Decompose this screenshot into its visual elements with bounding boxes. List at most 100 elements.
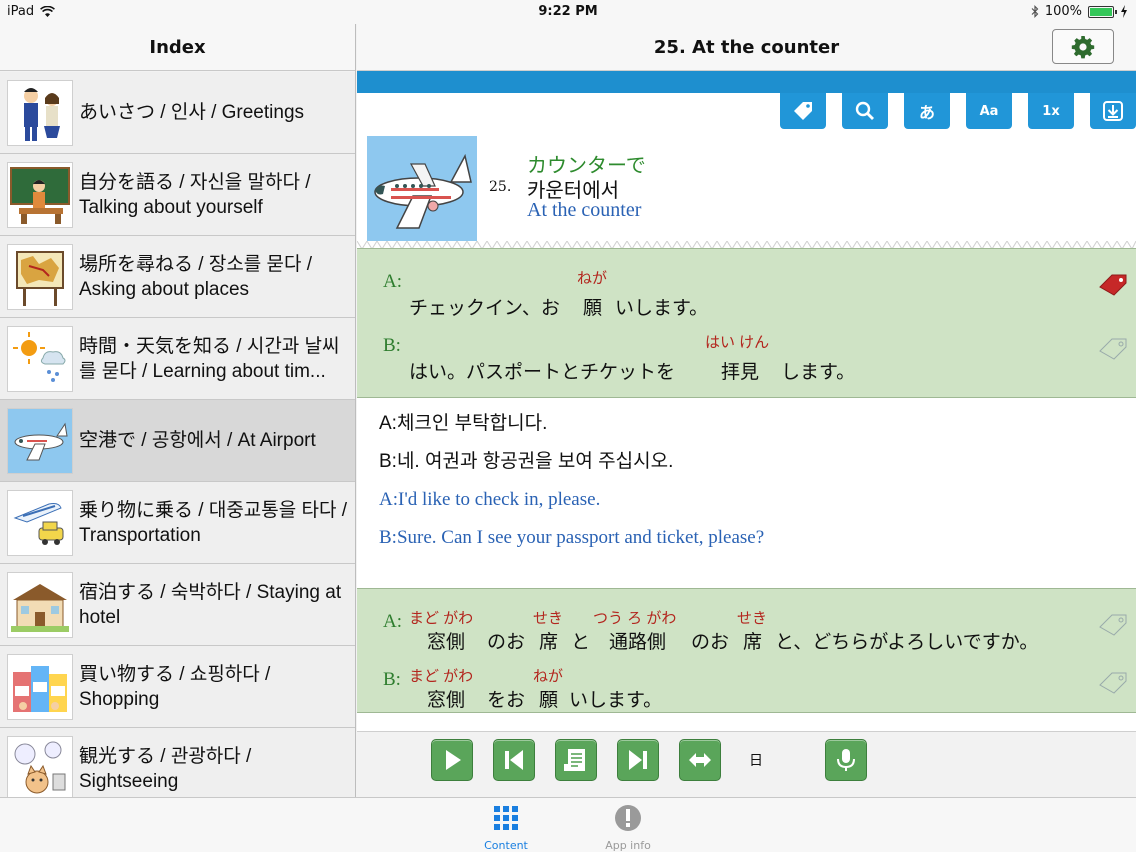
dialog-line-b[interactable]: B: はい けん はい。パスポートとチケットを 拝見 します。 bbox=[357, 327, 1136, 387]
train-car-icon bbox=[7, 489, 73, 556]
speaker-label: A: bbox=[383, 271, 402, 292]
shop-icon bbox=[7, 653, 73, 720]
microphone-button[interactable] bbox=[825, 739, 867, 781]
tag-outline-icon[interactable] bbox=[1098, 337, 1128, 361]
translation-block: A:체크인 부탁합니다. B:네. 여권과 항공권을 보여 주십시오. A:I'… bbox=[357, 398, 1136, 588]
tag-outline-icon[interactable] bbox=[1098, 671, 1128, 695]
sidebar-item-staying-at-hotel[interactable]: 宿泊する / 숙박하다 / Staying at hotel bbox=[0, 564, 355, 646]
settings-button[interactable] bbox=[1052, 29, 1114, 64]
microphone-icon bbox=[837, 749, 855, 771]
furigana: せき bbox=[737, 610, 768, 627]
furigana: まど がわ bbox=[409, 668, 474, 685]
skip-back-icon bbox=[505, 750, 523, 770]
playback-speed-button[interactable]: 1x bbox=[1028, 93, 1074, 129]
speaker-label: B: bbox=[383, 335, 401, 356]
japanese-kanji: 席 bbox=[539, 632, 559, 653]
status-bar: iPad 9:22 PM 100% bbox=[0, 0, 1136, 24]
tag-icon bbox=[794, 102, 812, 120]
sidebar-item-label: 宿泊する / 숙박하다 / Staying at hotel bbox=[79, 581, 342, 628]
japanese-text: をお bbox=[487, 690, 526, 711]
japanese-kanji: 通路側 bbox=[609, 632, 667, 653]
page-title: 25. At the counter bbox=[653, 36, 840, 58]
sidebar-item-learning-about-time[interactable]: 時間・天気を知る / 시간과 날씨를 묻다 / Learning about t… bbox=[0, 318, 355, 400]
tab-app-info[interactable]: App info bbox=[588, 804, 668, 852]
info-icon bbox=[615, 805, 641, 831]
lesson-header: あ Aa 1x 25. カウンターで 카운터에서 At the counter bbox=[357, 93, 1136, 251]
dialog-block-2[interactable]: A: まど がわ せき つう ろ がわ せき 窓側 のお 席 と 通路側 のお … bbox=[357, 588, 1136, 713]
transcript-button[interactable] bbox=[555, 739, 597, 781]
download-button[interactable] bbox=[1090, 93, 1136, 129]
swap-arrows-icon bbox=[689, 753, 711, 767]
bookmark-tag-button[interactable] bbox=[780, 93, 826, 129]
grid-icon bbox=[494, 806, 518, 830]
japanese-kanji: 席 bbox=[743, 632, 763, 653]
japanese-kanji: 願 bbox=[539, 690, 559, 711]
font-size-button[interactable]: Aa bbox=[966, 93, 1012, 129]
sidebar-item-label: 空港で / 공항에서 / At Airport bbox=[79, 430, 316, 451]
translation-english-b: B:Sure. Can I see your passport and tick… bbox=[379, 527, 765, 548]
accent-strip bbox=[357, 71, 1136, 93]
dialog-block-1[interactable]: A: ねが チェックイン、お 願 いします。 B: はい けん はい。パスポート… bbox=[357, 248, 1136, 398]
tab-label: App info bbox=[605, 839, 651, 852]
speaker-label: B: bbox=[383, 669, 401, 690]
sidebar-item-talking-about-yourself[interactable]: 自分を語る / 자신을 말하다 / Talking about yourself bbox=[0, 154, 355, 236]
furigana: せき bbox=[533, 610, 564, 627]
dialog-line-a[interactable]: A: まど がわ せき つう ろ がわ せき 窓側 のお 席 と 通路側 のお … bbox=[357, 601, 1136, 661]
hiragana-toggle-button[interactable]: あ bbox=[904, 93, 950, 129]
sidebar: Index あいさつ / 인사 / Greetings 自分を語る / 자신을 … bbox=[0, 24, 356, 797]
sidebar-title: Index bbox=[0, 24, 355, 71]
main-panel: 25. At the counter あ Aa 1x 25. カウンターで 카운… bbox=[357, 24, 1136, 797]
japanese-text: と bbox=[571, 632, 591, 653]
tab-content[interactable]: Content bbox=[466, 804, 546, 852]
furigana: まど がわ bbox=[409, 610, 474, 627]
japanese-kanji: 拝見 bbox=[721, 362, 760, 383]
search-icon bbox=[855, 101, 874, 120]
gear-icon bbox=[1071, 35, 1095, 58]
lesson-number: 25. bbox=[489, 179, 512, 195]
play-button[interactable] bbox=[431, 739, 473, 781]
document-icon bbox=[564, 749, 585, 771]
sidebar-item-sightseeing[interactable]: 観光する / 관광하다 / Sightseeing bbox=[0, 728, 355, 797]
play-icon bbox=[446, 750, 461, 770]
previous-button[interactable] bbox=[493, 739, 535, 781]
language-switch-button[interactable] bbox=[679, 739, 721, 781]
sidebar-item-asking-about-places[interactable]: 場所を尋ねる / 장소를 묻다 / Asking about places bbox=[0, 236, 355, 318]
furigana: つう ろ がわ bbox=[593, 610, 677, 627]
sidebar-item-shopping[interactable]: 買い物する / 쇼핑하다 / Shopping bbox=[0, 646, 355, 728]
sidebar-item-greetings[interactable]: あいさつ / 인사 / Greetings bbox=[0, 72, 355, 154]
speaker-label: A: bbox=[383, 611, 402, 632]
charging-icon bbox=[1121, 5, 1127, 18]
sidebar-item-label: あいさつ / 인사 / Greetings bbox=[79, 102, 305, 123]
greeting-people-icon bbox=[7, 79, 73, 146]
skip-forward-icon bbox=[629, 750, 647, 770]
next-button[interactable] bbox=[617, 739, 659, 781]
app-root: iPad 9:22 PM 100% Index あいさつ / 인사 / Gree… bbox=[0, 0, 1136, 852]
weather-icon bbox=[7, 325, 73, 392]
sidebar-item-at-airport[interactable]: 空港で / 공항에서 / At Airport bbox=[0, 400, 355, 482]
battery-percent: 100% bbox=[1044, 4, 1082, 19]
dialog-line-a[interactable]: A: ねが チェックイン、お 願 いします。 bbox=[357, 263, 1136, 323]
japanese-text: はい。パスポートとチケットを bbox=[409, 362, 676, 383]
japanese-text: のお bbox=[691, 632, 730, 653]
download-icon bbox=[1103, 101, 1123, 121]
battery-icon bbox=[1088, 5, 1117, 18]
sightseeing-icon bbox=[7, 735, 73, 797]
japanese-text: チェックイン、お bbox=[409, 298, 560, 319]
translation-korean-b: B:네. 여권과 항공권을 보여 주십시오. bbox=[379, 451, 674, 472]
translation-english-a: A:I'd like to check in, please. bbox=[379, 489, 601, 510]
lesson-toolbar: あ Aa 1x bbox=[780, 93, 1136, 129]
japanese-text: いします。 bbox=[569, 690, 663, 711]
search-button[interactable] bbox=[842, 93, 888, 129]
bluetooth-icon bbox=[1031, 5, 1039, 18]
sidebar-item-label: 自分を語る / 자신을 말하다 / Talking about yourself bbox=[79, 171, 311, 218]
navigation-bar: 25. At the counter bbox=[357, 24, 1136, 71]
sidebar-item-transportation[interactable]: 乗り物に乗る / 대중교통을 타다 / Transportation bbox=[0, 482, 355, 564]
japanese-kanji: 窓側 bbox=[427, 632, 466, 653]
red-tag-icon[interactable] bbox=[1098, 273, 1128, 297]
lesson-airplane-image bbox=[367, 136, 477, 242]
tag-outline-icon[interactable] bbox=[1098, 613, 1128, 637]
lesson-list[interactable]: あいさつ / 인사 / Greetings 自分を語る / 자신을 말하다 / … bbox=[0, 72, 355, 797]
airplane-icon bbox=[7, 407, 73, 474]
dialog-line-b[interactable]: B: まど がわ ねが 窓側 をお 願 いします。 bbox=[357, 659, 1136, 719]
japanese-kanji: 窓側 bbox=[427, 690, 466, 711]
